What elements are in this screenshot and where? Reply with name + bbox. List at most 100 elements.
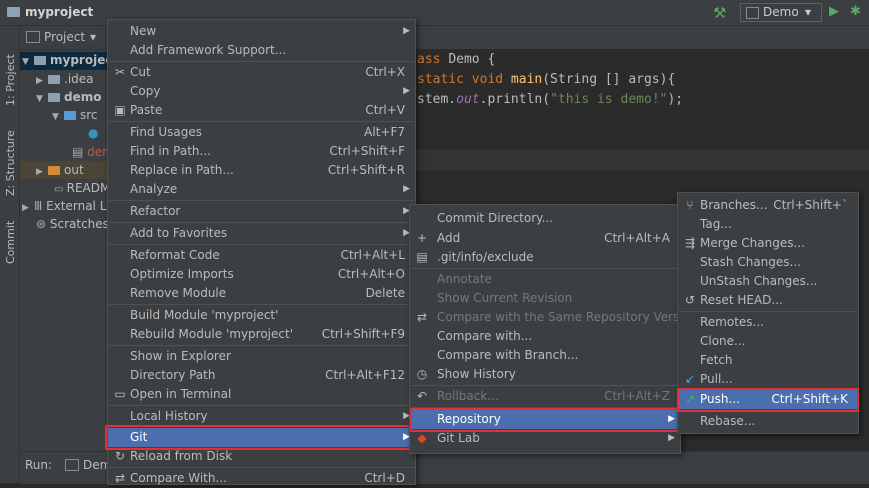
menu-item-add[interactable]: + Add Ctrl+Alt+A [410, 229, 680, 248]
chevron-down-icon[interactable]: ▾ [90, 30, 96, 44]
menu-item-unstash-changes[interactable]: UnStash Changes... [678, 272, 858, 291]
menu-item-copy[interactable]: Copy ▶ [108, 82, 415, 101]
structure-tool-tab[interactable]: Z: Structure [4, 130, 17, 196]
menu-item-local-history[interactable]: Local History ▶ [108, 407, 415, 426]
build-hammer-icon[interactable]: ⚒ [713, 4, 726, 22]
menu-item-fetch[interactable]: Fetch [678, 351, 858, 370]
terminal-icon: ▭ [114, 387, 126, 401]
push-highlight-box [677, 388, 859, 412]
menu-item-stash-changes[interactable]: Stash Changes... [678, 253, 858, 272]
menu-item-reset-head[interactable]: ↺ Reset HEAD... [678, 291, 858, 310]
menu-item-show-in-explorer[interactable]: Show in Explorer [108, 347, 415, 366]
project-view-select[interactable]: Project [44, 30, 85, 44]
git-highlight-box [105, 425, 414, 450]
panel-icon [26, 31, 40, 43]
tree-item-out[interactable]: ▶ out [36, 163, 84, 177]
separator [679, 311, 857, 312]
menu-item-remotes[interactable]: Remotes... [678, 313, 858, 332]
chevron-down-icon: ▾ [805, 5, 812, 19]
menu-item-reformat-code[interactable]: Reformat Code Ctrl+Alt+L [108, 246, 415, 265]
compare-icon: ⇄ [114, 471, 126, 485]
pull-arrow-icon: ↙ [684, 372, 696, 386]
menu-item-remove-module[interactable]: Remove Module Delete [108, 284, 415, 303]
code-line-2: static void main(String [] args){ [417, 72, 676, 87]
separator [109, 200, 414, 201]
menu-item-find-in-path[interactable]: Find in Path... Ctrl+Shift+F [108, 142, 415, 161]
menu-item-directory-path[interactable]: Directory Path Ctrl+Alt+F12 [108, 366, 415, 385]
menu-item-new[interactable]: New ▶ [108, 22, 415, 41]
project-title: myproject [25, 5, 94, 19]
menu-item-add-framework[interactable]: Add Framework Support... [108, 41, 415, 60]
repository-highlight-box [410, 408, 680, 432]
menu-item-rollback[interactable]: ↶ Rollback... Ctrl+Alt+Z [410, 387, 680, 406]
separator [411, 385, 679, 386]
menu-item-add-to-favorites[interactable]: Add to Favorites ▶ [108, 224, 415, 243]
commit-tool-tab[interactable]: Commit [4, 221, 17, 264]
tree-item-src[interactable]: ▼ src [52, 108, 98, 122]
menu-item-compare-same-repo-version[interactable]: ⇄ Compare with the Same Repository Versio… [410, 308, 698, 327]
project-context-menu: New ▶ Add Framework Support... ✂ Cut Ctrl+X… [107, 19, 416, 485]
run-config-label: Demo [763, 5, 799, 19]
merge-icon: ⇶ [684, 236, 696, 250]
menu-item-clone[interactable]: Clone... [678, 332, 858, 351]
plus-icon: + [416, 231, 428, 245]
menu-item-rebase[interactable]: Rebase... [678, 412, 858, 431]
menu-item-merge-changes[interactable]: ⇶ Merge Changes... [678, 234, 858, 253]
separator [109, 121, 414, 122]
submenu-arrow-icon: ▶ [403, 184, 410, 194]
folder-icon [7, 7, 20, 17]
project-tool-tab[interactable]: 1: Project [4, 54, 17, 106]
menu-item-branches[interactable]: ⑂ Branches... Ctrl+Shift+` [678, 196, 858, 215]
menu-item-open-in-terminal[interactable]: ▭ Open in Terminal [108, 385, 415, 404]
menu-item-optimize-imports[interactable]: Optimize Imports Ctrl+Alt+O [108, 265, 415, 284]
reset-icon: ↺ [684, 293, 696, 307]
tree-item-demo[interactable]: ▼ demo [36, 90, 101, 104]
tree-item-idea[interactable]: ▶ .idea [36, 72, 94, 86]
menu-item-git-exclude[interactable]: ▤ .git/info/exclude [410, 248, 680, 267]
separator [109, 222, 414, 223]
menu-item-replace-in-path[interactable]: Replace in Path... Ctrl+Shift+R [108, 161, 415, 180]
menu-item-tag[interactable]: Tag... [678, 215, 858, 234]
menu-item-compare-with[interactable]: ⇄ Compare With... Ctrl+D [108, 469, 415, 488]
menu-item-cut[interactable]: ✂ Cut Ctrl+X [108, 63, 415, 82]
branch-icon: ⑂ [686, 198, 694, 212]
tree-item-external-libraries[interactable]: ▶ Ⅲ External L [22, 199, 106, 213]
undo-icon: ↶ [416, 389, 428, 403]
separator [109, 304, 414, 305]
submenu-arrow-icon: ▶ [403, 86, 410, 96]
run-label: Run: [25, 458, 53, 472]
code-line-3: stem.out.println("this is demo!"); [417, 92, 684, 107]
menu-item-show-history[interactable]: ◷ Show History [410, 365, 680, 384]
console-icon [65, 459, 79, 471]
menu-item-annotate[interactable]: Annotate [410, 270, 680, 289]
run-config-select[interactable]: Demo ▾ [740, 3, 822, 22]
separator [109, 467, 414, 468]
tree-item-readme[interactable]: ▭ READM [54, 181, 110, 195]
menu-item-rebuild-module[interactable]: Rebuild Module 'myproject' Ctrl+Shift+F9 [108, 325, 415, 344]
menu-item-show-current-revision[interactable]: Show Current Revision [410, 289, 680, 308]
separator [109, 61, 414, 62]
menu-item-analyze[interactable]: Analyze ▶ [108, 180, 415, 199]
menu-item-pull[interactable]: ↙ Pull... [678, 370, 858, 389]
tree-item-myproject[interactable]: ▼ myproject [22, 53, 118, 67]
menu-item-commit-directory[interactable]: Commit Directory... [410, 209, 680, 228]
tree-item-scratches[interactable]: ⊛ Scratches [36, 217, 109, 231]
separator [109, 405, 414, 406]
separator [109, 345, 414, 346]
separator [411, 268, 679, 269]
scissors-icon: ✂ [114, 65, 126, 79]
compare-icon: ⇄ [416, 310, 428, 324]
clock-icon: ◷ [416, 367, 428, 381]
menu-item-build-module[interactable]: Build Module 'myproject' [108, 306, 415, 325]
menu-item-paste[interactable]: ▣ Paste Ctrl+V [108, 101, 415, 120]
menu-item-compare-with-branch[interactable]: Compare with Branch... [410, 346, 680, 365]
menu-item-refactor[interactable]: Refactor ▶ [108, 202, 415, 221]
project-panel-header: Project ▾ [20, 26, 109, 50]
run-icon[interactable]: ▶ [829, 4, 839, 19]
config-icon [746, 7, 759, 19]
submenu-arrow-icon: ▶ [403, 26, 410, 36]
menu-item-compare-with[interactable]: Compare with... [410, 327, 680, 346]
debug-icon[interactable]: ✱ [850, 4, 861, 19]
left-tool-strip: 1: Project Z: Structure Commit [0, 26, 20, 483]
menu-item-find-usages[interactable]: Find Usages Alt+F7 [108, 123, 415, 142]
